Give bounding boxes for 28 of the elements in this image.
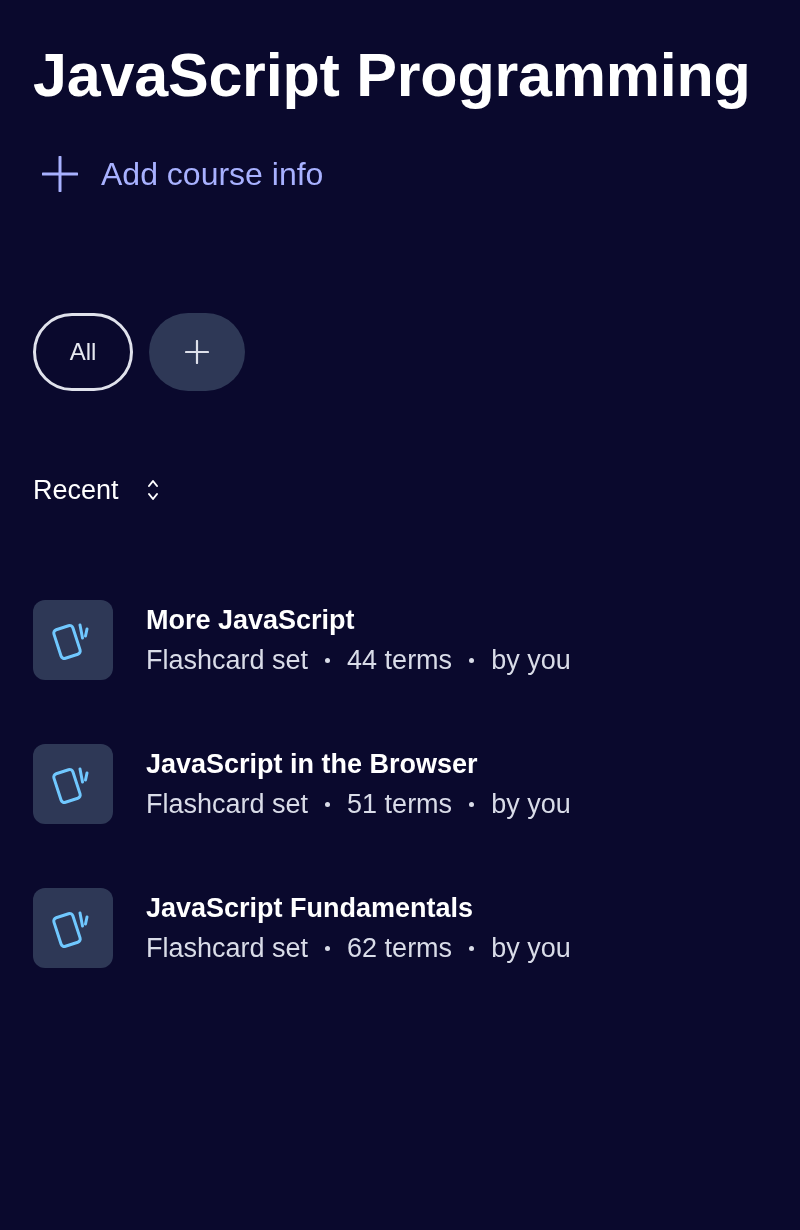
set-meta-text: Flashcard set — [146, 932, 309, 964]
set-meta-text: 62 terms — [347, 932, 453, 964]
separator-dot-icon — [325, 945, 331, 951]
separator-dot-icon — [469, 945, 475, 951]
plus-icon — [42, 156, 78, 192]
set-meta-text: 44 terms — [347, 644, 453, 676]
separator-dot-icon — [469, 657, 475, 663]
sort-button[interactable]: Recent — [33, 473, 159, 507]
set-title[interactable]: JavaScript Fundamentals — [146, 892, 571, 924]
up-down-chevron-icon — [146, 479, 159, 501]
filter-chip[interactable]: All — [33, 313, 133, 391]
separator-dot-icon — [325, 801, 331, 807]
flashcard-set-icon[interactable] — [33, 888, 113, 968]
set-title[interactable]: More JavaScript — [146, 604, 571, 636]
separator-dot-icon — [325, 657, 331, 663]
flashcard-set-icon[interactable] — [33, 744, 113, 824]
set-meta-text: Flashcard set — [146, 788, 309, 820]
set-meta-text: by you — [491, 788, 571, 820]
set-meta-text: Flashcard set — [146, 644, 309, 676]
course-title: JavaScript Programming — [33, 40, 752, 111]
separator-dot-icon — [469, 801, 475, 807]
set-meta-text: by you — [491, 932, 571, 964]
set-title[interactable]: JavaScript in the Browser — [146, 748, 571, 780]
flashcard-set-icon[interactable] — [33, 600, 113, 680]
add-course-info-button[interactable]: Add course info — [42, 154, 324, 194]
plus-icon — [185, 340, 209, 364]
set-meta-text: 51 terms — [347, 788, 453, 820]
set-meta-text: by you — [491, 644, 571, 676]
